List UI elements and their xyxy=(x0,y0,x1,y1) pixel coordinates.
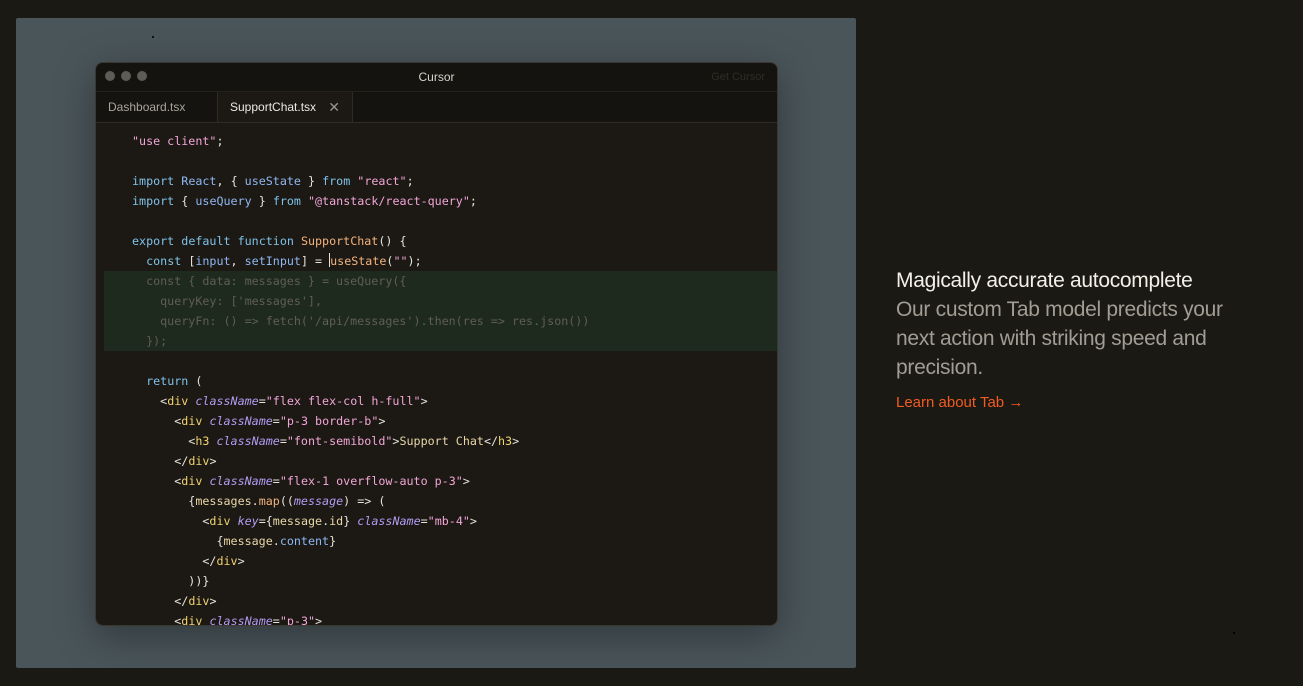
code-line: <div className="flex-1 overflow-auto p-3… xyxy=(174,474,470,488)
code-line-suggestion: }); xyxy=(104,331,777,351)
code-line: <div className="flex flex-col h-full"> xyxy=(160,394,428,408)
code-line: import React, { useState } from "react"; xyxy=(132,174,414,188)
code-line-suggestion: queryFn: () => fetch('/api/messages').th… xyxy=(104,311,777,331)
code-line: {message.content} xyxy=(216,534,337,548)
code-line: </div> xyxy=(202,554,245,568)
learn-about-tab-link[interactable]: Learn about Tab → xyxy=(896,394,1023,411)
window-titlebar: Cursor Get Cursor xyxy=(96,63,777,92)
close-window-icon[interactable] xyxy=(105,71,115,81)
get-cursor-link[interactable]: Get Cursor xyxy=(711,71,765,83)
minimize-window-icon[interactable] xyxy=(121,71,131,81)
maximize-window-icon[interactable] xyxy=(137,71,147,81)
editor-window: Cursor Get Cursor Dashboard.tsx SupportC… xyxy=(95,62,778,626)
code-line: "use client"; xyxy=(132,134,224,148)
editor-tabs: Dashboard.tsx SupportChat.tsx ✕ xyxy=(96,92,777,123)
page-speck xyxy=(1233,632,1235,634)
code-line: </div> xyxy=(174,594,217,608)
code-line: <div className="p-3 border-b"> xyxy=(174,414,386,428)
code-line: return ( xyxy=(146,374,203,388)
tab-dashboard[interactable]: Dashboard.tsx xyxy=(96,92,218,122)
code-line: export default function SupportChat() { xyxy=(132,234,407,248)
feature-promo: Magically accurate autocomplete Our cust… xyxy=(896,266,1276,412)
tab-label: SupportChat.tsx xyxy=(230,100,317,114)
feature-heading: Magically accurate autocomplete xyxy=(896,269,1193,292)
tab-supportchat[interactable]: SupportChat.tsx ✕ xyxy=(218,92,353,122)
close-tab-icon[interactable]: ✕ xyxy=(328,100,340,114)
editor-preview-stage: Cursor Get Cursor Dashboard.tsx SupportC… xyxy=(16,18,856,668)
stage-speck xyxy=(152,36,154,38)
tab-label: Dashboard.tsx xyxy=(108,100,186,114)
code-line: import { useQuery } from "@tanstack/reac… xyxy=(132,194,477,208)
code-line-suggestion: const { data: messages } = useQuery({ xyxy=(104,271,777,291)
code-line: </div> xyxy=(174,454,217,468)
code-line: <h3 className="font-semibold">Support Ch… xyxy=(188,434,520,448)
code-line: <div className="p-3"> xyxy=(174,614,323,626)
code-line: ))} xyxy=(188,574,210,588)
window-controls xyxy=(105,71,147,81)
window-title: Cursor xyxy=(418,70,455,84)
code-line: const [input, setInput] = useState(""); xyxy=(146,253,422,268)
code-line-suggestion: queryKey: ['messages'], xyxy=(104,291,777,311)
code-line: <div key={message.id} className="mb-4"> xyxy=(202,514,477,528)
feature-description: Our custom Tab model predicts your next … xyxy=(896,298,1223,379)
code-line: {messages.map((message) => ( xyxy=(188,494,386,508)
code-editor[interactable]: "use client"; import React, { useState }… xyxy=(96,123,777,626)
